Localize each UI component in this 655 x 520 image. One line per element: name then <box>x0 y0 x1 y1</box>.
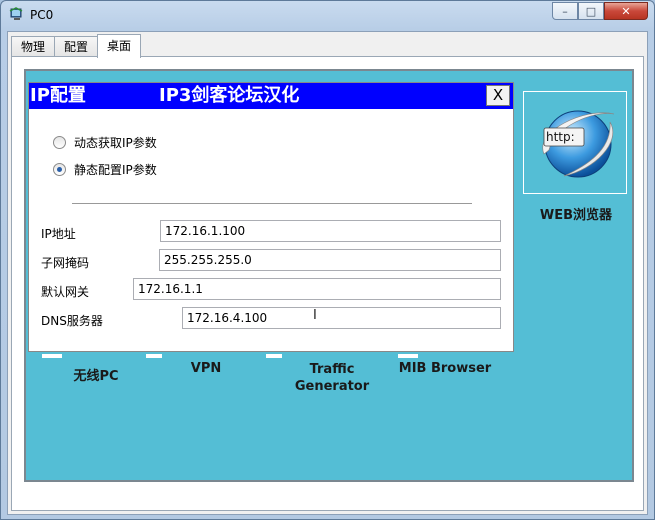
traffic-generator-icon[interactable] <box>266 354 282 358</box>
title-bar[interactable]: PC0 – □ ✕ <box>1 1 654 31</box>
web-browser-app[interactable]: http: <box>523 91 627 194</box>
globe-icon <box>542 110 615 178</box>
client-area: 物理 配置 桌面 http: WEB浏览器 无线PC VPN Traffic G… <box>7 31 648 515</box>
dialog-title: IP配置 <box>30 85 86 106</box>
traffic-generator-line1: Traffic <box>309 362 355 377</box>
dns-server-input[interactable]: 172.16.4.100 <box>182 307 501 329</box>
divider <box>72 203 472 204</box>
subnet-mask-label: 子网掩码 <box>41 256 90 270</box>
default-gateway-label: 默认网关 <box>41 285 90 299</box>
dialog-close-button[interactable]: X <box>486 85 510 106</box>
pc-icon <box>9 7 23 20</box>
radio-dhcp-label: 动态获取IP参数 <box>74 136 157 150</box>
traffic-generator-label[interactable]: Traffic Generator <box>282 361 382 395</box>
web-browser-label[interactable]: WEB浏览器 <box>523 204 629 223</box>
vpn-label[interactable]: VPN <box>176 361 236 376</box>
tab-desktop[interactable]: 桌面 <box>97 34 142 58</box>
window-controls: – □ ✕ <box>552 2 648 20</box>
wireless-pc-label[interactable]: 无线PC <box>56 365 136 384</box>
radio-dhcp-circle[interactable] <box>53 136 66 149</box>
window-title: PC0 <box>30 8 54 22</box>
ip-address-label: IP地址 <box>41 227 76 241</box>
desktop-tab-panel: http: WEB浏览器 无线PC VPN Traffic Generator … <box>11 56 644 511</box>
maximize-button[interactable]: □ <box>578 2 604 20</box>
radio-static-label: 静态配置IP参数 <box>74 163 157 177</box>
close-button[interactable]: ✕ <box>604 2 648 20</box>
desktop-area: http: WEB浏览器 无线PC VPN Traffic Generator … <box>24 69 634 482</box>
watermark: https://blog.csdn.net/qq_44792743 <box>410 487 639 502</box>
subnet-mask-input[interactable]: 255.255.255.0 <box>159 249 501 271</box>
radio-static-circle[interactable] <box>53 163 66 176</box>
ip-address-input[interactable]: 172.16.1.100 <box>160 220 501 242</box>
minimize-button[interactable]: – <box>552 2 578 20</box>
tab-bar: 物理 配置 桌面 <box>11 34 142 58</box>
ip-config-dialog: IP配置 IP3剑客论坛汉化 X 动态获取IP参数 静态配置IP参数 IP地址 <box>28 82 514 352</box>
dns-server-label: DNS服务器 <box>41 314 103 328</box>
traffic-generator-line2: Generator <box>294 379 370 394</box>
tab-config[interactable]: 配置 <box>54 36 99 57</box>
vpn-icon[interactable] <box>146 354 162 358</box>
mib-browser-icon[interactable] <box>398 354 418 358</box>
dialog-title-bar: IP配置 IP3剑客论坛汉化 X <box>29 83 513 109</box>
text-cursor-icon: I <box>313 308 317 323</box>
radio-static[interactable]: 静态配置IP参数 <box>53 161 157 178</box>
radio-dhcp[interactable]: 动态获取IP参数 <box>53 134 157 151</box>
mib-browser-label[interactable]: MIB Browser <box>390 361 500 376</box>
wireless-pc-icon[interactable] <box>42 354 62 358</box>
app-window: PC0 – □ ✕ 物理 配置 桌面 http: WEB浏览器 无线PC VPN… <box>0 0 655 520</box>
dialog-subtitle: IP3剑客论坛汉化 <box>159 85 300 106</box>
web-icon-text: http: <box>546 130 575 144</box>
tab-physical[interactable]: 物理 <box>11 36 56 57</box>
default-gateway-input[interactable]: 172.16.1.1 <box>133 278 501 300</box>
